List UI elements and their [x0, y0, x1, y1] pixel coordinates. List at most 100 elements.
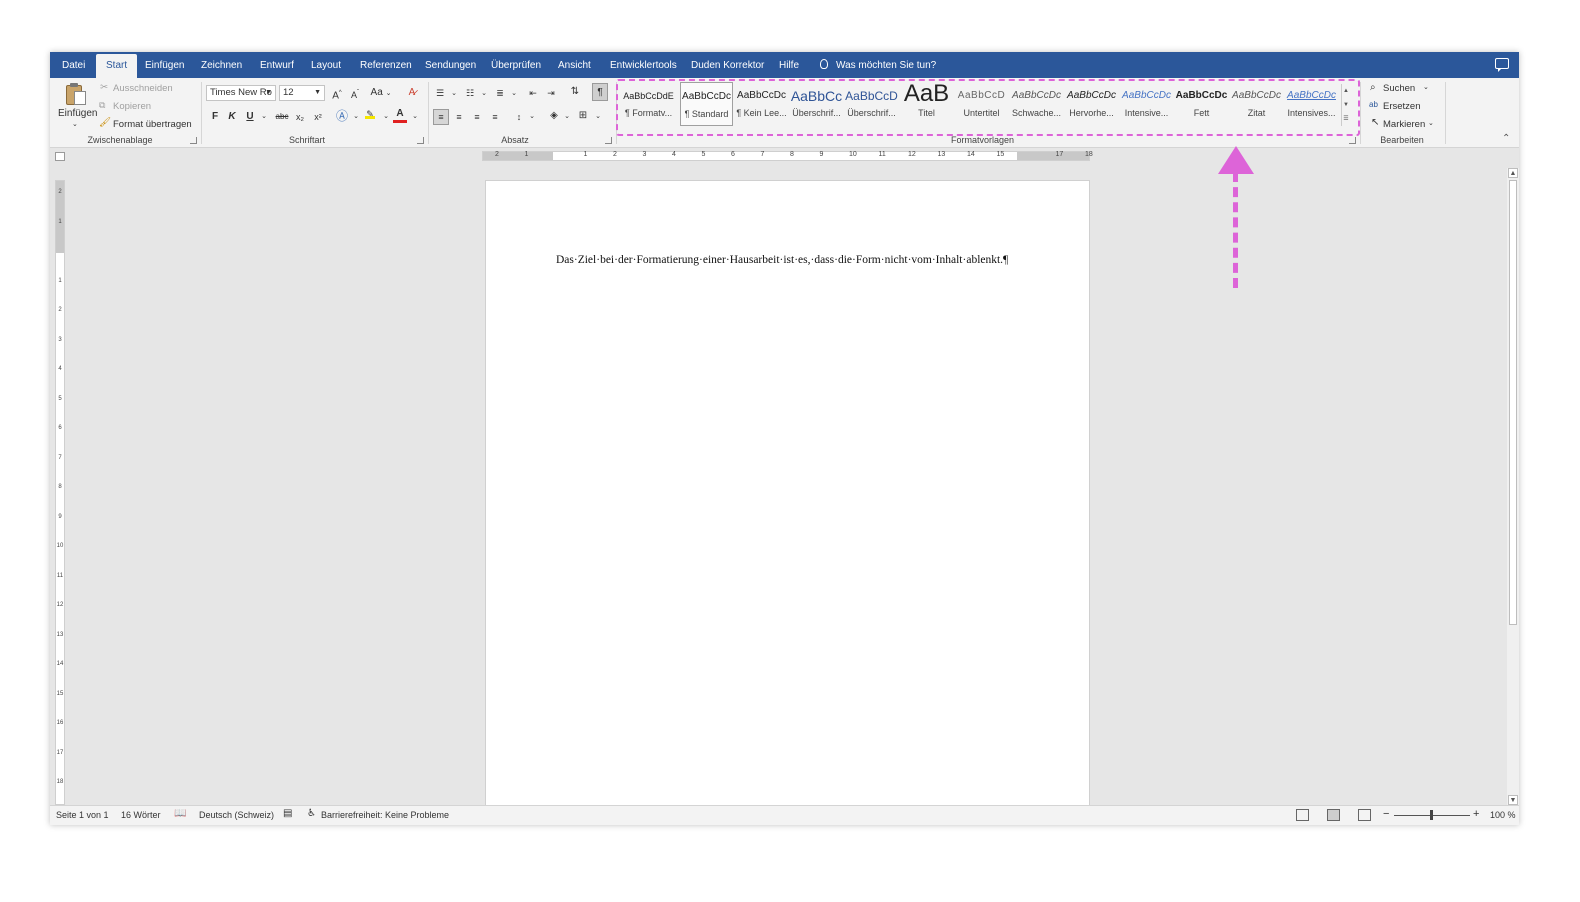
zoom-level[interactable]: 100 %: [1490, 810, 1516, 820]
web-layout-icon[interactable]: [1358, 809, 1371, 821]
tab-ueberpruefen[interactable]: Überprüfen: [491, 52, 541, 78]
style-untertitel[interactable]: AaBbCcD Untertitel: [955, 82, 1008, 126]
numbering-dropdown-icon[interactable]: ⌄: [477, 87, 491, 101]
shading-icon[interactable]: ◈: [547, 109, 561, 123]
paragraph-launcher-icon[interactable]: [605, 137, 612, 144]
change-case-button[interactable]: Aa ⌄: [370, 86, 392, 101]
format-painter-button[interactable]: Format übertragen: [113, 119, 192, 130]
page-count[interactable]: Seite 1 von 1: [56, 810, 109, 820]
collapse-ribbon-icon[interactable]: ⌃: [1502, 133, 1510, 144]
sort-icon[interactable]: ⇅: [568, 85, 582, 99]
italic-button[interactable]: K: [225, 110, 239, 124]
underline-button[interactable]: U: [243, 110, 257, 124]
zoom-in-button[interactable]: +: [1473, 808, 1479, 820]
zoom-slider-thumb[interactable]: [1430, 810, 1433, 820]
style-titel[interactable]: AaB Titel: [900, 82, 953, 126]
text-effects-dropdown-icon[interactable]: ⌄: [349, 110, 363, 124]
document-page[interactable]: Das·Ziel·bei·der·Formatierung·einer·Haus…: [485, 180, 1090, 820]
replace-button[interactable]: Ersetzen: [1383, 101, 1421, 112]
clear-formatting-icon[interactable]: A̷: [405, 86, 419, 100]
style-intensive-hervorhebung[interactable]: AaBbCcDc Intensive...: [1120, 82, 1173, 126]
style-intensives-zitat[interactable]: AaBbCcDc Intensives...: [1285, 82, 1338, 126]
style-ueberschrift-1[interactable]: AaBbCc Überschrif...: [790, 82, 843, 126]
select-button[interactable]: Markieren: [1383, 119, 1425, 130]
style-formatvorlage[interactable]: AaBbCcDdE ¶ Formatv...: [622, 82, 675, 126]
font-name-select[interactable]: Times New Ro ▼: [206, 85, 276, 101]
scroll-up-icon[interactable]: ▲: [1508, 168, 1518, 178]
multilevel-dropdown-icon[interactable]: ⌄: [507, 87, 521, 101]
print-layout-icon[interactable]: [1327, 809, 1340, 821]
bold-button[interactable]: F: [208, 110, 222, 124]
style-zitat[interactable]: AaBbCcDc Zitat: [1230, 82, 1283, 126]
language[interactable]: Deutsch (Schweiz): [199, 810, 274, 820]
paste-dropdown-icon[interactable]: ⌄: [72, 120, 78, 128]
style-kein-leerraum[interactable]: AaBbCcDc ¶ Kein Lee...: [735, 82, 788, 126]
find-button[interactable]: Suchen: [1383, 83, 1415, 94]
paste-icon[interactable]: [64, 82, 88, 106]
vertical-ruler[interactable]: 2112345678910111213141516171819: [55, 180, 65, 815]
cut-button[interactable]: Ausschneiden: [113, 83, 173, 94]
tab-entwicklertools[interactable]: Entwicklertools: [610, 52, 677, 78]
tab-datei[interactable]: Datei: [62, 52, 85, 78]
font-size-select[interactable]: 12 ▼: [279, 85, 325, 101]
font-color-icon[interactable]: A: [393, 108, 407, 123]
align-right-icon[interactable]: ≡: [470, 110, 484, 124]
align-center-icon[interactable]: ≡: [452, 110, 466, 124]
highlighter-icon[interactable]: ✎: [363, 108, 377, 122]
document-paragraph[interactable]: Das·Ziel·bei·der·Formatierung·einer·Haus…: [556, 254, 1008, 266]
styles-scroll-buttons[interactable]: ▲ ▼ ☰: [1341, 84, 1350, 126]
tab-layout[interactable]: Layout: [311, 52, 341, 78]
font-color-dropdown-icon[interactable]: ⌄: [408, 110, 422, 124]
read-mode-icon[interactable]: [1296, 809, 1309, 821]
select-dropdown-icon[interactable]: ⌄: [1428, 119, 1434, 127]
font-launcher-icon[interactable]: [417, 137, 424, 144]
vertical-scrollbar[interactable]: ▲ ▼: [1507, 168, 1519, 805]
bullets-icon[interactable]: ☰: [433, 86, 447, 100]
styles-launcher-icon[interactable]: [1349, 137, 1356, 144]
word-count[interactable]: 16 Wörter: [121, 810, 161, 820]
highlighter-dropdown-icon[interactable]: ⌄: [379, 110, 393, 124]
style-schwache-hervorhebung[interactable]: AaBbCcDc Schwache...: [1010, 82, 1063, 126]
style-ueberschrift-2[interactable]: AaBbCcD Überschrif...: [845, 82, 898, 126]
tab-start[interactable]: Start: [96, 54, 138, 78]
align-left-icon[interactable]: ≡: [433, 109, 449, 125]
proofing-icon[interactable]: 📖: [174, 808, 186, 819]
grow-font-button[interactable]: A^: [330, 86, 344, 103]
borders-dropdown-icon[interactable]: ⌄: [591, 110, 605, 124]
tab-einfuegen[interactable]: Einfügen: [145, 52, 184, 78]
accessibility-status[interactable]: Barrierefreiheit: Keine Probleme: [321, 810, 449, 820]
scroll-thumb[interactable]: [1509, 180, 1517, 625]
line-spacing-icon[interactable]: ↕: [512, 110, 526, 124]
tab-zeichnen[interactable]: Zeichnen: [201, 52, 242, 78]
bullets-dropdown-icon[interactable]: ⌄: [447, 87, 461, 101]
tab-referenzen[interactable]: Referenzen: [360, 52, 412, 78]
style-fett[interactable]: AaBbCcDc Fett: [1175, 82, 1228, 126]
tab-hilfe[interactable]: Hilfe: [779, 52, 799, 78]
superscript-button[interactable]: x²: [311, 110, 325, 124]
multilevel-list-icon[interactable]: ≣: [493, 86, 507, 100]
numbering-icon[interactable]: ☷: [463, 86, 477, 100]
find-dropdown-icon[interactable]: ⌄: [1423, 83, 1429, 91]
tab-duden-korrektor[interactable]: Duden Korrektor: [691, 52, 764, 78]
comments-icon[interactable]: [1495, 58, 1509, 72]
strikethrough-button[interactable]: abc: [273, 110, 291, 124]
scroll-down-icon[interactable]: ▼: [1508, 795, 1518, 805]
tell-me-search[interactable]: Was möchten Sie tun?: [820, 52, 936, 78]
clipboard-launcher-icon[interactable]: [190, 137, 197, 144]
borders-icon[interactable]: ⊞: [576, 109, 590, 123]
shrink-font-button[interactable]: Aˇ: [348, 86, 362, 102]
style-hervorhebung[interactable]: AaBbCcDc Hervorhe...: [1065, 82, 1118, 126]
increase-indent-icon[interactable]: ⇥: [544, 86, 558, 100]
tab-entwurf[interactable]: Entwurf: [260, 52, 294, 78]
underline-dropdown-icon[interactable]: ⌄: [257, 110, 271, 124]
paste-button[interactable]: Einfügen: [58, 108, 97, 119]
tab-selector[interactable]: [55, 152, 65, 161]
line-spacing-dropdown-icon[interactable]: ⌄: [525, 110, 539, 124]
shading-dropdown-icon[interactable]: ⌄: [560, 110, 574, 124]
style-standard[interactable]: AaBbCcDc ¶ Standard: [680, 82, 733, 126]
macro-icon[interactable]: ▤: [283, 808, 292, 819]
zoom-out-button[interactable]: −: [1383, 808, 1389, 820]
copy-button[interactable]: Kopieren: [113, 101, 151, 112]
decrease-indent-icon[interactable]: ⇤: [526, 86, 540, 100]
text-effects-icon[interactable]: Ⓐ: [335, 109, 349, 123]
